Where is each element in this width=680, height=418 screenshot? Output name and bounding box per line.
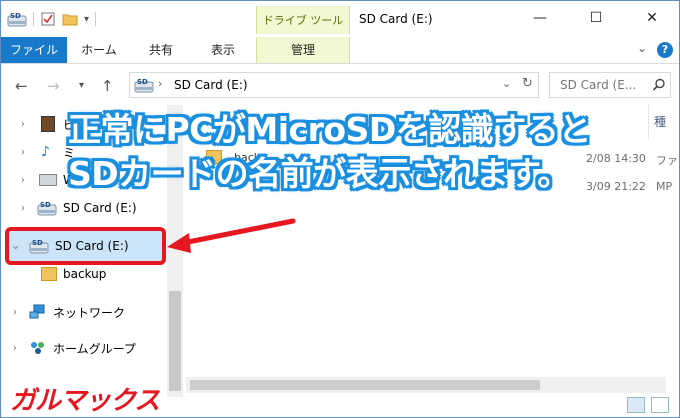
column-header-type[interactable]: 種	[654, 113, 666, 130]
divider	[95, 12, 97, 26]
file-type: ファ	[656, 154, 678, 167]
highlighted-sd-card-item[interactable]: ⌄ SD SD Card (E:)	[5, 227, 166, 265]
recent-dropdown-icon[interactable]: ▾	[79, 80, 84, 91]
nav-item-label: ネットワーク	[53, 305, 126, 320]
chevron-right-icon[interactable]: ›	[13, 307, 17, 318]
address-bar[interactable]: SD › SD Card (E:) ⌄ ↻	[129, 72, 539, 98]
red-arrow-annotation	[167, 218, 296, 253]
column-divider	[648, 105, 649, 139]
nav-item-pictures[interactable]: › ピ	[1, 111, 171, 137]
table-row[interactable]: back 2/08 14:30 ファ	[186, 147, 679, 169]
search-icon	[652, 78, 665, 91]
nav-item-label: ホームグループ	[53, 341, 136, 356]
svg-text:SD: SD	[32, 239, 43, 247]
up-arrow-icon[interactable]: ↑	[101, 77, 114, 95]
tab-home[interactable]: ホーム	[71, 37, 127, 63]
sd-card-icon: SD	[7, 12, 27, 27]
nav-item-sd-card[interactable]: › SD SD Card (E:)	[1, 195, 171, 221]
nav-item-network[interactable]: › ネットワーク	[1, 299, 171, 325]
sd-card-icon: SD	[37, 201, 57, 216]
nav-item-label: backup	[63, 267, 107, 281]
file-type: MP	[656, 180, 673, 193]
properties-icon[interactable]	[40, 11, 56, 27]
nav-item-music[interactable]: › ♪ ミ	[1, 139, 171, 165]
folder-icon	[206, 150, 222, 164]
close-button[interactable]: ✕	[629, 1, 675, 35]
context-group-title: ドライブ ツール	[262, 14, 344, 27]
search-placeholder: SD Card (E...	[560, 78, 637, 92]
nav-item-label: SD Card (E:)	[55, 239, 129, 253]
refresh-icon[interactable]: ↻	[522, 76, 533, 91]
chevron-right-icon[interactable]: ›	[21, 203, 25, 214]
quick-access-toolbar: SD ▾	[7, 9, 102, 29]
homegroup-icon	[31, 342, 44, 354]
svg-text:SD: SD	[40, 201, 51, 209]
minimize-button[interactable]: —	[517, 1, 563, 35]
qa-dropdown-icon[interactable]: ▾	[84, 14, 89, 25]
file-date: 2/08 14:30	[586, 152, 646, 165]
address-path: SD Card (E:)	[174, 78, 248, 92]
drive-tools-context-group: ドライブ ツール	[256, 6, 350, 34]
tab-file[interactable]: ファイル	[1, 37, 67, 63]
back-arrow-icon[interactable]: ←	[15, 77, 28, 95]
nav-item-label: ピ	[63, 117, 76, 132]
chevron-right-icon[interactable]: ›	[13, 343, 17, 354]
search-box[interactable]: SD Card (E...	[549, 72, 671, 98]
svg-text:SD: SD	[10, 12, 21, 20]
horizontal-scrollbar-thumb[interactable]	[190, 380, 540, 390]
drive-icon	[39, 174, 57, 186]
chevron-right-icon[interactable]: ›	[21, 175, 25, 186]
help-button[interactable]: ?	[657, 42, 673, 58]
address-row: ← → ▾ ↑ SD › SD Card (E:) ⌄ ↻ SD Card (E…	[1, 69, 679, 103]
explorer-window: SD ▾ ドライブ ツール SD Card (E:) — ☐ ✕ ファイル ホー…	[0, 0, 680, 418]
forward-arrow-icon[interactable]: →	[47, 77, 60, 95]
title-bar: SD ▾ ドライブ ツール SD Card (E:) — ☐ ✕	[1, 1, 679, 37]
file-date: 3/09 21:22	[586, 180, 646, 193]
divider	[33, 12, 34, 26]
file-name: back	[234, 151, 261, 164]
nav-scrollbar-thumb[interactable]	[169, 291, 181, 391]
tab-manage[interactable]: 管理	[256, 37, 350, 63]
ribbon-tabs: ファイル ホーム 共有 表示 管理 ⌄ ?	[1, 37, 679, 64]
large-icons-view-icon[interactable]	[651, 397, 669, 413]
sd-card-icon: SD	[134, 78, 154, 93]
garumax-logo: ガルマックス	[10, 386, 160, 416]
chevron-right-icon[interactable]: ›	[21, 147, 25, 158]
nav-item-homegroup[interactable]: › ホームグループ	[1, 335, 171, 361]
table-row[interactable]: 3/09 21:22 MP	[186, 175, 679, 197]
nav-item-windows-drive[interactable]: › W	[1, 167, 171, 193]
pictures-icon	[41, 116, 55, 132]
maximize-button[interactable]: ☐	[573, 1, 619, 35]
tab-share[interactable]: 共有	[133, 37, 189, 63]
breadcrumb-chevron-icon[interactable]: ›	[158, 77, 162, 90]
music-icon: ♪	[41, 144, 50, 160]
address-dropdown-icon[interactable]: ⌄	[502, 77, 511, 90]
chevron-right-icon[interactable]: ›	[21, 119, 25, 130]
nav-item-label: W	[63, 173, 75, 187]
new-folder-icon[interactable]	[62, 11, 78, 27]
window-title: SD Card (E:)	[359, 12, 433, 26]
sd-card-icon: SD	[29, 239, 49, 254]
nav-item-label: ミ	[63, 145, 76, 160]
svg-text:SD: SD	[137, 78, 148, 86]
ribbon-expand-icon[interactable]: ⌄	[637, 41, 647, 55]
network-icon	[29, 304, 45, 319]
nav-item-label: SD Card (E:)	[63, 201, 137, 215]
tab-view[interactable]: 表示	[195, 37, 251, 63]
chevron-down-icon[interactable]: ⌄	[11, 239, 20, 252]
horizontal-scrollbar[interactable]	[186, 377, 666, 393]
folder-icon	[41, 267, 57, 281]
details-view-icon[interactable]	[627, 397, 645, 413]
